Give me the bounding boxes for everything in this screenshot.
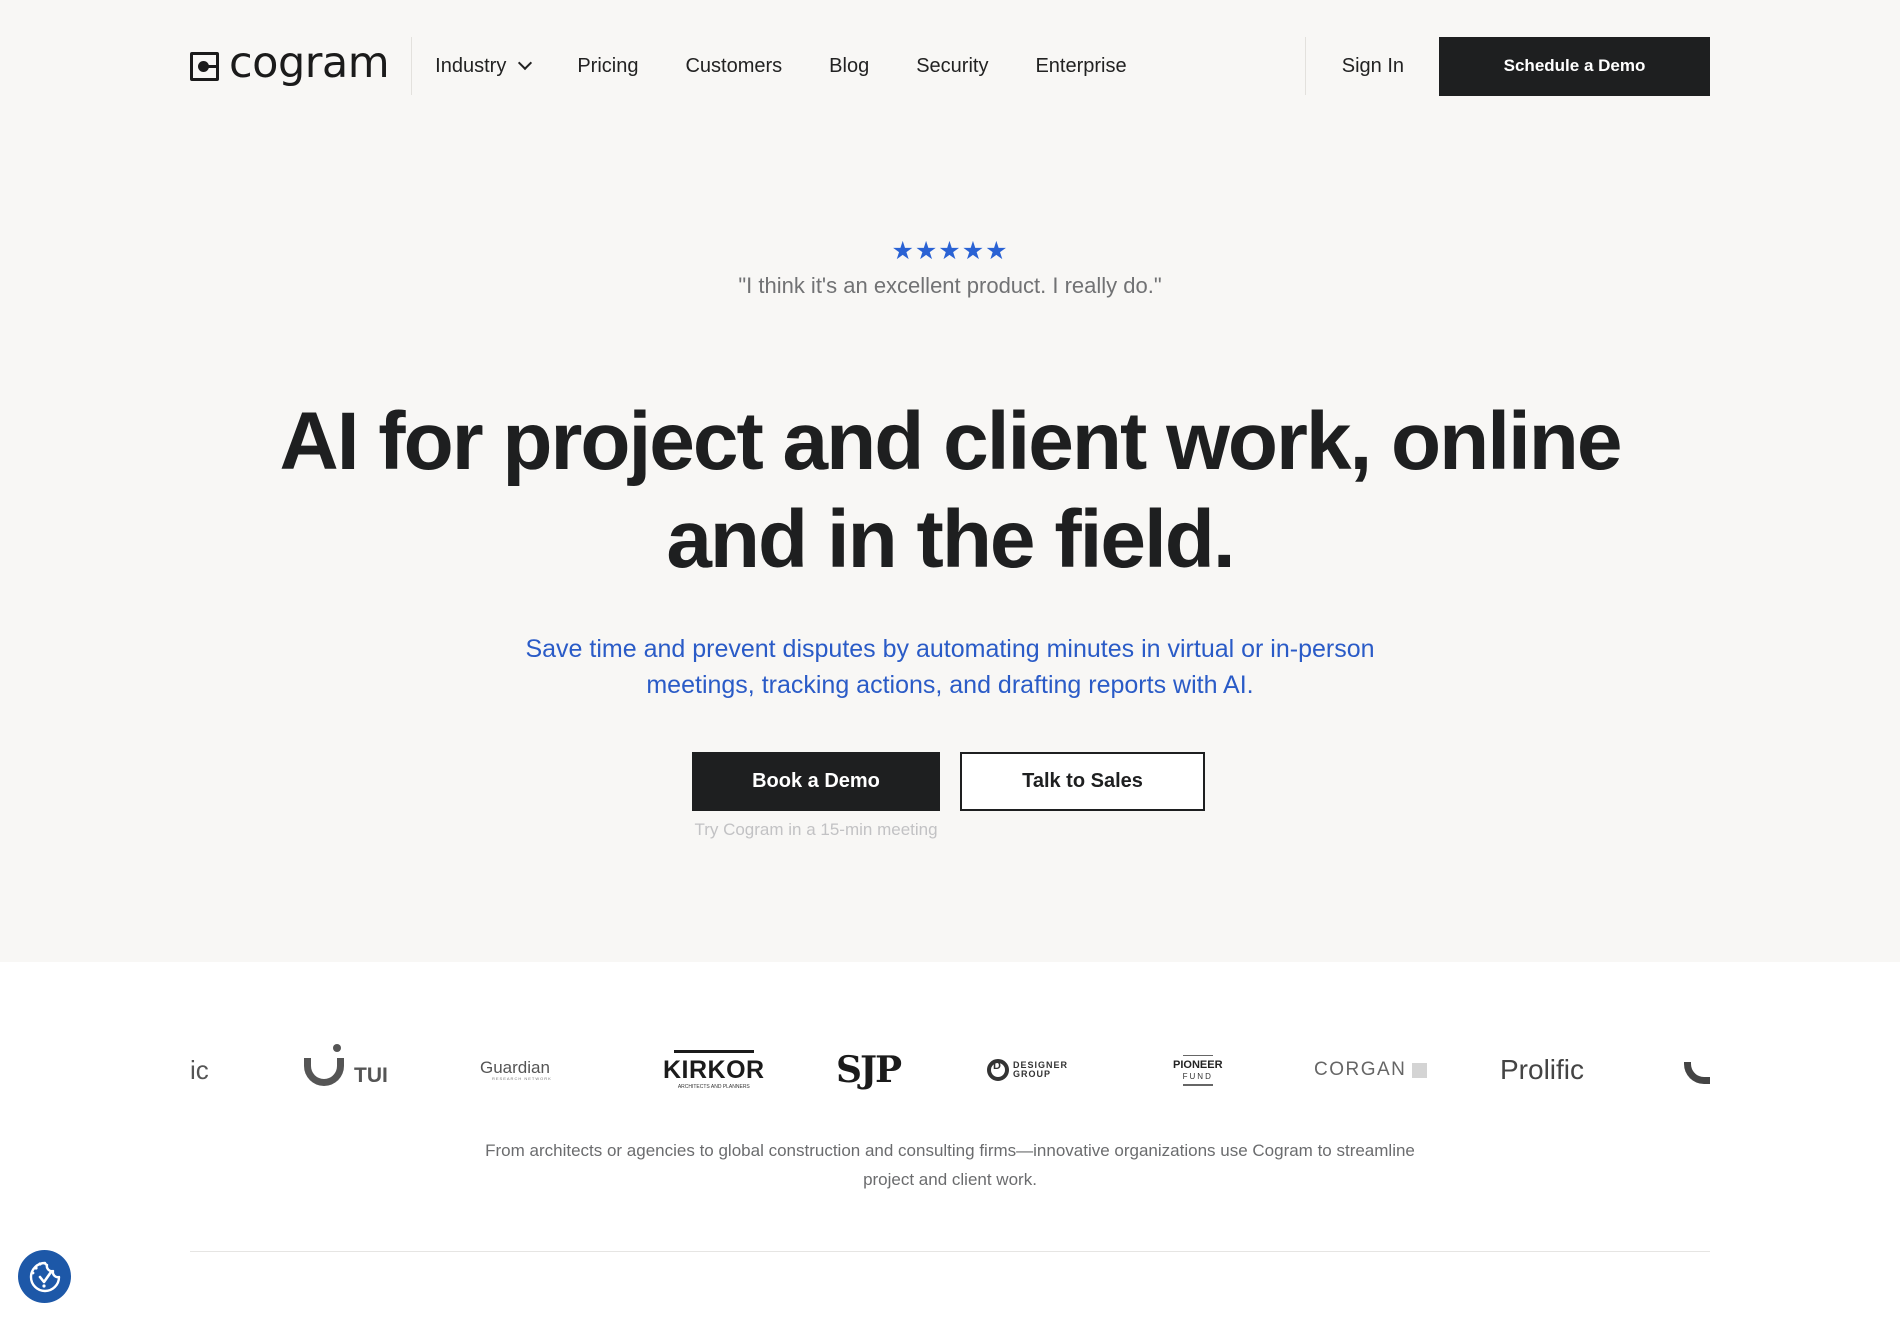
nav-right: Sign In Schedule a Demo (1304, 36, 1710, 96)
hero-headline: AI for project and client work, online a… (0, 393, 1900, 589)
nav-industry-label: Industry (435, 54, 507, 77)
nav-pricing[interactable]: Pricing (577, 55, 638, 78)
logo-subtext: ARCHITECTS AND PLANNERS (677, 1084, 750, 1090)
headline-line-1: AI for project and client work, online (279, 396, 1623, 487)
logos-caption: From architects or agencies to global co… (485, 1141, 1415, 1189)
sign-in-link[interactable]: Sign In (1342, 55, 1404, 78)
nav-links: Industry Pricing Customers Blog Security… (435, 55, 1173, 78)
logo-text: PIONEER (1173, 1059, 1223, 1071)
tui-smile-icon (1684, 1062, 1710, 1084)
nav-enterprise[interactable]: Enterprise (1035, 55, 1126, 78)
logo-subtext: FUND (1182, 1072, 1213, 1081)
cta-note: Try Cogram in a 15-min meeting (694, 820, 938, 839)
logo-prolific: Prolific (1500, 1040, 1584, 1100)
testimonial-quote: "I think it's an excellent product. I re… (738, 273, 1162, 298)
chevron-down-icon (518, 55, 533, 71)
hero-section: cogram Industry Pricing Customers Blog S… (0, 0, 1900, 962)
logo-guardian: Guardian RESEARCH NETWORK (480, 1040, 552, 1100)
kirkor-bar (673, 1050, 754, 1053)
hero-cta-row: Book a Demo Talk to Sales (692, 752, 1205, 811)
logo-text: DESIGNER GROUP (1013, 1060, 1069, 1079)
nav-customers[interactable]: Customers (685, 55, 782, 78)
logo-text: Guardian (480, 1058, 550, 1077)
talk-to-sales-button[interactable]: Talk to Sales (960, 752, 1205, 811)
nav-security[interactable]: Security (916, 55, 988, 78)
logo-corgan: CORGAN (1314, 1040, 1428, 1100)
cogram-logo-icon (190, 51, 219, 81)
nav-divider-right (1304, 37, 1306, 95)
logo-subtext: RESEARCH NETWORK (492, 1076, 552, 1081)
top-nav: cogram Industry Pricing Customers Blog S… (190, 36, 1710, 96)
logo-tui: TUI (304, 1040, 388, 1100)
logo-prolific-partial: ic (190, 1040, 209, 1100)
logo-text: cogram (229, 37, 390, 88)
logo-text: KIRKOR (663, 1056, 765, 1084)
tui-smile-icon (304, 1044, 344, 1086)
cookie-consent-icon (29, 1261, 60, 1292)
rating-stars: ★★★★★ (891, 237, 1009, 265)
cogram-logo[interactable]: cogram (190, 36, 390, 96)
logo-pioneer-fund: PIONEER FUND (1173, 1040, 1223, 1100)
book-demo-button[interactable]: Book a Demo (692, 752, 940, 811)
cookie-consent-button[interactable] (18, 1250, 71, 1303)
designer-group-icon (987, 1059, 1009, 1081)
logo-tui-partial (1684, 1040, 1710, 1100)
logo-sjp: SJP (836, 1040, 902, 1100)
headline-line-2: and in the field. (666, 494, 1235, 585)
logo-text: TUI (354, 1064, 388, 1087)
logo-kirkor: KIRKOR ARCHITECTS AND PLANNERS (663, 1040, 765, 1100)
hero-subheadline: Save time and prevent disputes by automa… (525, 635, 1375, 699)
nav-divider (411, 37, 413, 95)
nav-blog[interactable]: Blog (829, 55, 869, 78)
section-divider (190, 1251, 1710, 1252)
schedule-demo-button[interactable]: Schedule a Demo (1439, 36, 1710, 96)
logo-text: SJP (836, 1049, 902, 1091)
logo-text: Prolific (1500, 1054, 1585, 1085)
logo-text: CORGAN (1314, 1059, 1407, 1080)
corgan-square-icon (1412, 1062, 1428, 1078)
logo-text: ic (190, 1054, 209, 1085)
customer-logo-carousel: ic TUI Guardian RESEARCH NETWORK KIRKOR … (190, 1040, 1710, 1100)
logo-designer-group: DESIGNERGROUP (987, 1040, 1068, 1100)
nav-industry-dropdown[interactable]: Industry (435, 54, 533, 78)
